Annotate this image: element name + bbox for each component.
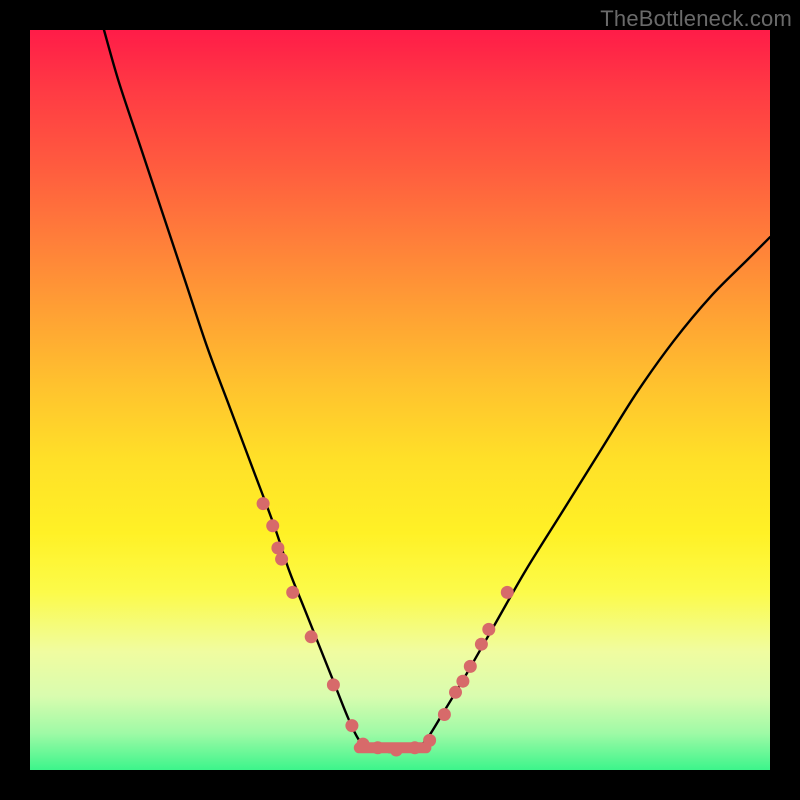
data-marker	[423, 734, 436, 747]
data-marker	[449, 686, 462, 699]
plot-area	[30, 30, 770, 770]
data-marker	[464, 660, 477, 673]
data-marker	[357, 738, 370, 751]
data-marker	[501, 586, 514, 599]
data-marker	[438, 708, 451, 721]
data-marker	[475, 638, 488, 651]
data-marker	[271, 542, 284, 555]
data-marker	[327, 678, 340, 691]
data-marker	[345, 719, 358, 732]
chart-svg	[30, 30, 770, 770]
watermark-text: TheBottleneck.com	[600, 6, 792, 31]
data-marker	[305, 630, 318, 643]
data-marker	[266, 519, 279, 532]
data-marker	[371, 741, 384, 754]
data-marker	[286, 586, 299, 599]
chart-container: TheBottleneck.com	[0, 0, 800, 800]
data-marker	[390, 744, 403, 757]
data-marker	[482, 623, 495, 636]
data-marker	[257, 497, 270, 510]
data-marker	[275, 553, 288, 566]
bottleneck-curve	[104, 30, 770, 752]
watermark-label: TheBottleneck.com	[600, 6, 792, 32]
data-marker	[408, 741, 421, 754]
data-marker	[456, 675, 469, 688]
